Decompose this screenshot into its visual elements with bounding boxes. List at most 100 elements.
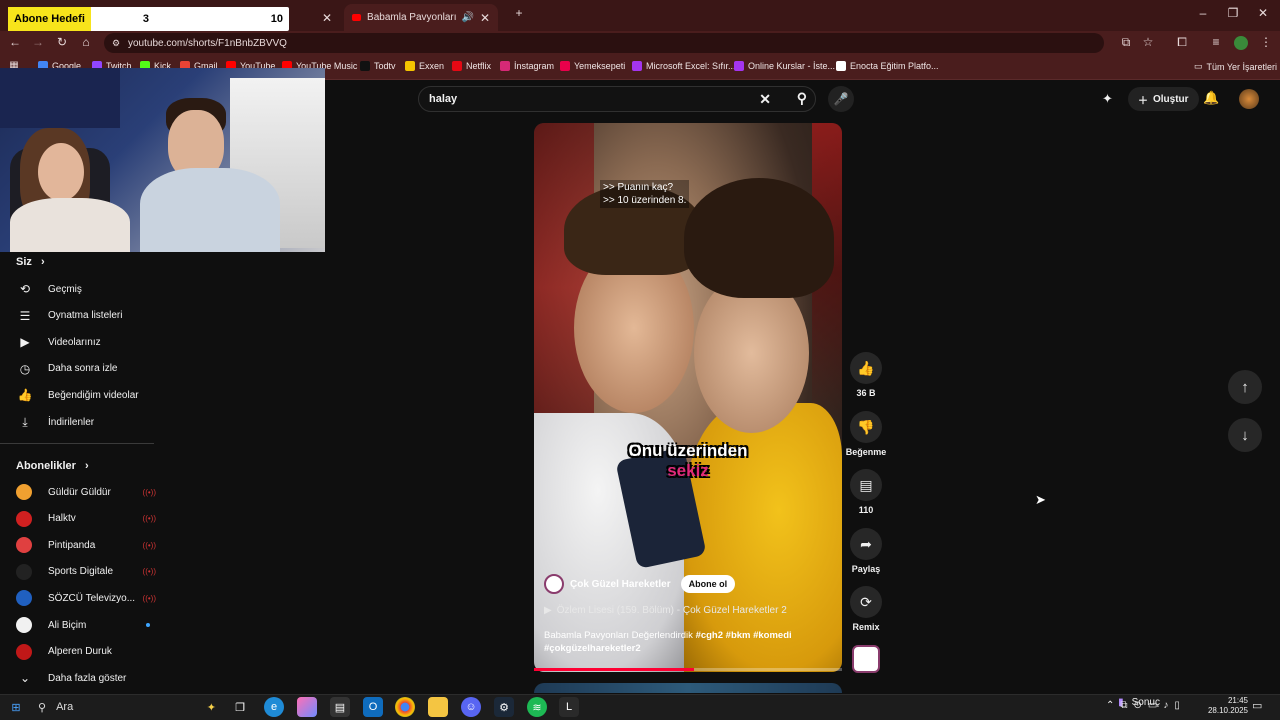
- next-short-button[interactable]: ↓: [1228, 418, 1262, 452]
- show-more-button[interactable]: ⌄ Daha fazla göster: [16, 665, 156, 691]
- speaker-icon[interactable]: 🔊: [461, 12, 473, 23]
- sidebar-item[interactable]: ⟲ Geçmiş: [16, 276, 156, 302]
- search-icon[interactable]: ⚲: [797, 90, 807, 107]
- search-icon: ⚲: [38, 701, 47, 714]
- action-like[interactable]: 👍 36 B: [850, 352, 882, 398]
- bookmark-item[interactable]: Enocta Eğitim Platfo...: [836, 61, 939, 71]
- windows-start-icon[interactable]: ⊞: [6, 697, 26, 717]
- file-explorer-icon[interactable]: [428, 697, 448, 717]
- menu-icon[interactable]: ⋮: [1258, 35, 1274, 49]
- spotify-icon[interactable]: ≋: [527, 697, 547, 717]
- create-button[interactable]: ＋ Oluştur: [1128, 87, 1199, 111]
- tab-inactive[interactable]: ✕: [292, 4, 340, 31]
- subscription-item[interactable]: Güldür Güldür ((•)): [16, 479, 156, 505]
- minimize-button[interactable]: –: [1188, 6, 1218, 20]
- close-tab-icon[interactable]: ✕: [480, 11, 490, 25]
- discord-icon[interactable]: ☺: [461, 697, 481, 717]
- subscription-item[interactable]: SÖZCÜ Televizyo... ((•)): [16, 585, 156, 611]
- action-remix[interactable]: ⟳ Remix: [850, 586, 882, 632]
- steam-icon[interactable]: ⚙: [494, 697, 514, 717]
- tab-active[interactable]: Babamla Pavyonları Değerl 🔊 ✕: [344, 4, 498, 31]
- bookmark-item[interactable]: Exxen: [405, 61, 444, 71]
- league-icon[interactable]: L: [559, 697, 579, 717]
- notification-icon[interactable]: ▭: [1252, 699, 1262, 712]
- site-info-icon[interactable]: ⚙: [112, 38, 120, 49]
- action-share[interactable]: ➦ Paylaş: [850, 528, 882, 574]
- you-section-header[interactable]: Siz ›: [16, 256, 45, 268]
- forward-icon[interactable]: →: [30, 35, 46, 49]
- reload-icon[interactable]: ↻: [54, 35, 70, 49]
- previous-short-button[interactable]: ↑: [1228, 370, 1262, 404]
- back-icon[interactable]: ←: [7, 35, 23, 49]
- remix-icon[interactable]: ⟳: [850, 586, 882, 618]
- account-avatar[interactable]: [1239, 89, 1259, 109]
- notifications-icon[interactable]: 🔔: [1203, 90, 1219, 106]
- subscription-item[interactable]: Halktv ((•)): [16, 506, 156, 532]
- chrome-icon[interactable]: [395, 697, 415, 717]
- bookmark-item[interactable]: Yemeksepeti: [560, 61, 625, 71]
- tab-search-icon[interactable]: ≡: [1208, 35, 1224, 49]
- bookmark-item[interactable]: Online Kurslar - İste...: [734, 61, 835, 71]
- maximize-button[interactable]: ❐: [1218, 6, 1248, 20]
- channel-avatar[interactable]: [544, 574, 564, 594]
- arrow-down-icon: ↓: [1241, 426, 1249, 444]
- sidebar-item[interactable]: ⤓ İndirilenler: [16, 409, 156, 435]
- outlook-icon[interactable]: O: [363, 697, 383, 717]
- new-tab-button[interactable]: +: [504, 6, 534, 20]
- address-bar[interactable]: ⚙ youtube.com/shorts/F1nBnbZBVVQ: [104, 33, 1104, 53]
- subscriptions-header[interactable]: Abonelikler ›: [16, 460, 89, 472]
- profile-avatar[interactable]: [1234, 36, 1248, 50]
- subscribe-button[interactable]: Abone ol: [680, 575, 736, 593]
- install-app-icon[interactable]: ⧉: [1118, 35, 1134, 50]
- create-label: Oluştur: [1153, 93, 1189, 105]
- subscription-item[interactable]: Pintipanda ((•)): [16, 532, 156, 558]
- progress-fill: [534, 668, 695, 671]
- add-video-icon[interactable]: ✦: [1102, 91, 1113, 107]
- all-bookmarks[interactable]: ▭ Tüm Yer İşaretleri: [1194, 61, 1277, 72]
- action-dislike[interactable]: 👎 Beğenme: [846, 411, 886, 457]
- hashtags-2[interactable]: #çokgüzelhareketler2: [544, 643, 641, 654]
- hashtags-1[interactable]: #cgh2 #bkm #komedi: [696, 630, 792, 641]
- taskbar-search[interactable]: ⚲ Ara ✦: [34, 697, 216, 717]
- subscription-item[interactable]: Alperen Duruk: [16, 639, 156, 665]
- search-input[interactable]: halay ✕ ⚲: [418, 86, 816, 112]
- bookmark-star-icon[interactable]: ☆: [1140, 35, 1156, 49]
- bookmark-item[interactable]: Netflix: [452, 61, 491, 71]
- store-icon[interactable]: ▤: [330, 697, 350, 717]
- next-short-preview[interactable]: [534, 683, 842, 693]
- like-icon: 👍: [17, 388, 33, 403]
- task-view-icon[interactable]: ❐: [230, 697, 250, 717]
- subscription-item[interactable]: Ali Biçim: [16, 612, 156, 638]
- close-window-button[interactable]: ✕: [1248, 6, 1278, 20]
- voice-search-icon[interactable]: 🎤: [828, 86, 854, 112]
- subscription-label: Halktv: [48, 513, 76, 525]
- copilot-icon[interactable]: [297, 697, 317, 717]
- sidebar-item[interactable]: ▶ Videolarınız: [16, 329, 156, 355]
- video-description[interactable]: Babamla Pavyonları Değerlendirdik #cgh2 …: [544, 629, 834, 655]
- sidebar-item[interactable]: ◷ Daha sonra izle: [16, 356, 156, 382]
- sidebar-item[interactable]: 👍 Beğendiğim videolar: [16, 382, 156, 408]
- video-progress-bar[interactable]: [534, 668, 842, 671]
- chevron-down-icon: ⌄: [19, 671, 31, 685]
- sound-avatar[interactable]: [852, 645, 880, 673]
- arrow-up-icon: ↑: [1241, 378, 1249, 396]
- extensions-icon[interactable]: ⧠: [1174, 35, 1190, 50]
- channel-name[interactable]: Çok Güzel Hareketler: [570, 579, 671, 590]
- sidebar-item[interactable]: ☰ Oynatma listeleri: [16, 303, 156, 329]
- playlist-link[interactable]: ▶ Özlem Lisesi (159. Bölüm) - Çok Güzel …: [544, 605, 787, 616]
- share-icon[interactable]: ➦: [850, 528, 882, 560]
- comment-icon[interactable]: ▤: [850, 469, 882, 501]
- like-icon[interactable]: 👍: [850, 352, 882, 384]
- home-icon[interactable]: ⌂: [78, 35, 94, 49]
- bookmark-item[interactable]: Microsoft Excel: Sıfır...: [632, 61, 736, 71]
- dislike-icon[interactable]: 👎: [850, 411, 882, 443]
- clock[interactable]: 21:45 28.10.2025: [1208, 696, 1248, 716]
- folder-icon: ▭: [1194, 61, 1203, 71]
- edge-icon[interactable]: e: [264, 697, 284, 717]
- bookmark-item[interactable]: Todtv: [360, 61, 396, 71]
- bookmark-item[interactable]: İnstagram: [500, 61, 554, 71]
- action-comment[interactable]: ▤ 110: [850, 469, 882, 515]
- subscription-item[interactable]: Sports Digitale ((•)): [16, 559, 156, 585]
- clear-search-icon[interactable]: ✕: [759, 91, 771, 108]
- close-tab-icon[interactable]: ✕: [322, 11, 332, 25]
